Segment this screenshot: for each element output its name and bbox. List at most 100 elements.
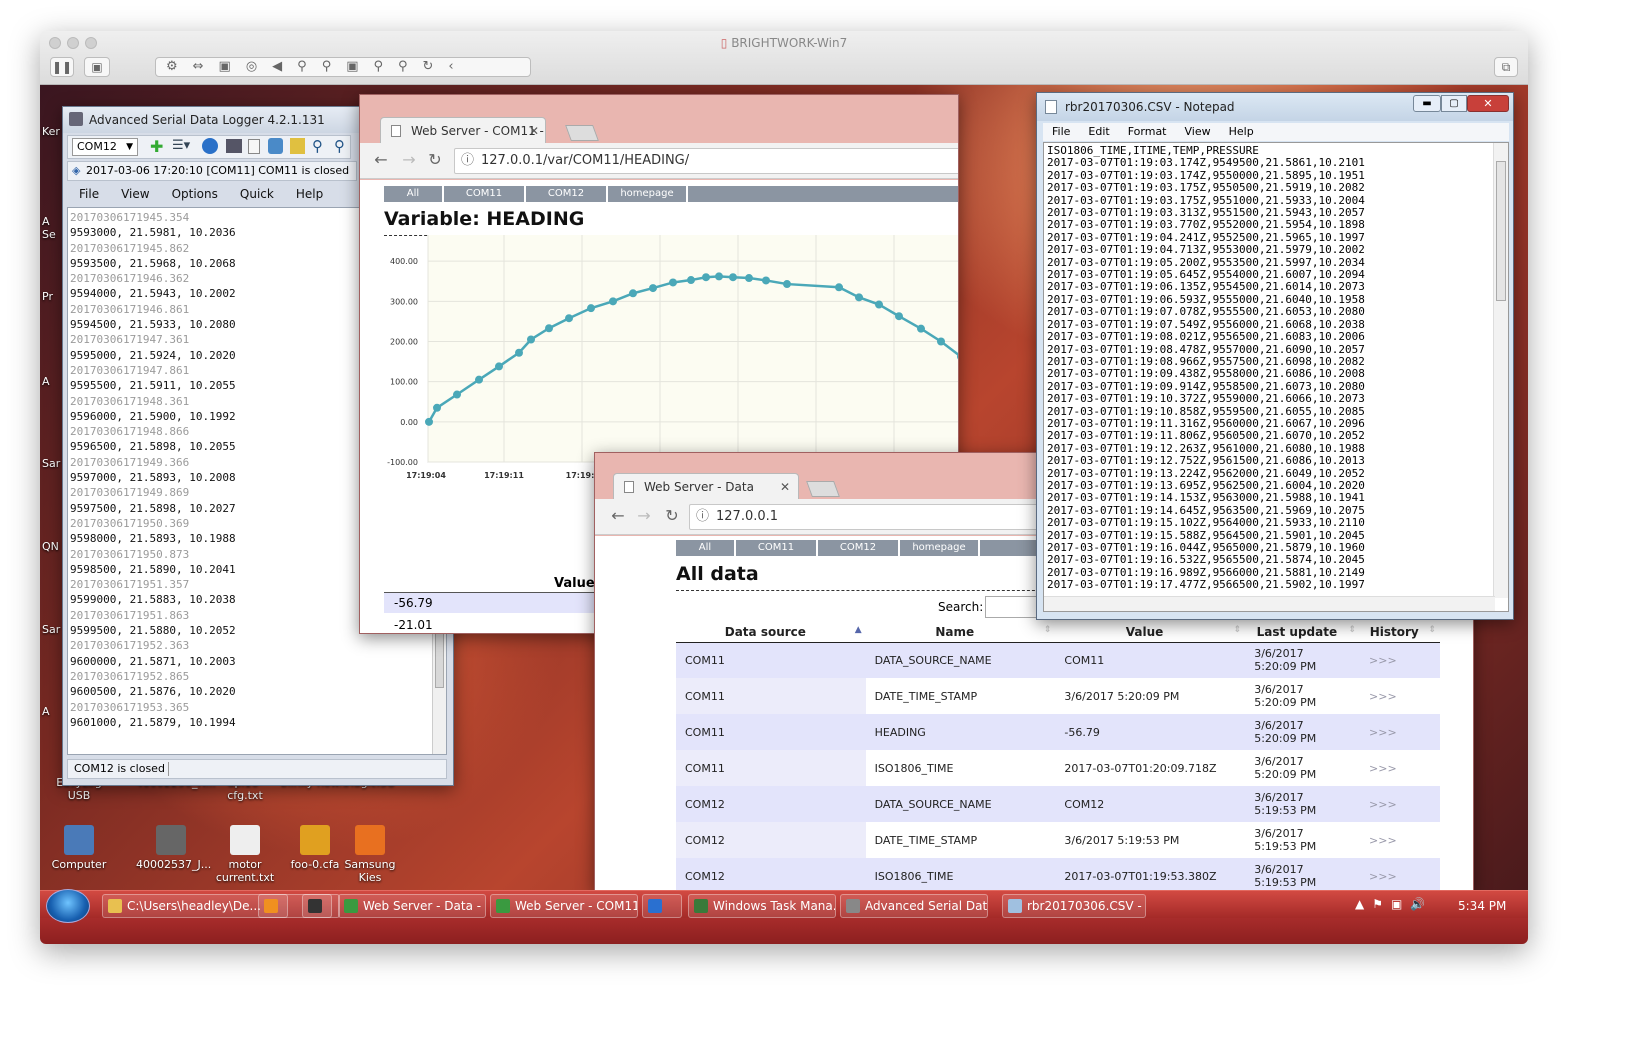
notepad-editor[interactable]: ISO1806_TIME,ITIME,TEMP,PRESSURE 2017-03-…: [1043, 142, 1509, 612]
notepad-window[interactable]: rbr20170306.CSV - Notepad ▬ ▢ ✕ File Edit…: [1036, 92, 1514, 620]
history-link[interactable]: >>>: [1360, 714, 1440, 750]
history-link[interactable]: >>>: [1360, 678, 1440, 714]
close-icon[interactable]: ✕: [780, 474, 790, 499]
history-link[interactable]: >>>: [1360, 786, 1440, 822]
notepad-vscroll-thumb[interactable]: [1496, 161, 1506, 301]
menu-item[interactable]: Edit: [1079, 123, 1118, 141]
play-icon[interactable]: [202, 138, 218, 154]
data-point[interactable]: [687, 276, 695, 285]
document-icon[interactable]: [248, 139, 260, 154]
menu-item[interactable]: View: [1176, 123, 1220, 141]
data-point[interactable]: [762, 276, 770, 285]
taskbar-item[interactable]: rbr20170306.CSV - N...: [1002, 894, 1146, 918]
data-point[interactable]: [425, 417, 433, 426]
notepad-vscroll[interactable]: [1493, 143, 1508, 598]
clock[interactable]: 5:34 PM: [1458, 899, 1506, 913]
column-header[interactable]: Last update ⇕: [1245, 622, 1361, 643]
data-point[interactable]: [855, 293, 863, 302]
column-header[interactable]: Data source ▲: [676, 622, 866, 643]
nav-item[interactable]: All: [384, 186, 444, 202]
history-link[interactable]: >>>: [1360, 642, 1440, 678]
data-point[interactable]: [702, 273, 710, 282]
desktop-icon[interactable]: Samsung Kies: [335, 825, 405, 884]
data-point[interactable]: [715, 272, 723, 281]
nav-item[interactable]: homepage: [900, 540, 980, 556]
data-point[interactable]: [433, 403, 441, 412]
back-icon[interactable]: ←: [372, 151, 390, 169]
snapshot-button[interactable]: ▣: [84, 57, 110, 77]
menu-item[interactable]: View: [109, 185, 159, 205]
taskbar-item[interactable]: Web Server - Data - ...: [338, 894, 486, 918]
data-point[interactable]: [629, 289, 637, 298]
history-link[interactable]: >>>: [1360, 822, 1440, 858]
menu-item[interactable]: File: [67, 185, 109, 205]
data-point[interactable]: [937, 337, 945, 346]
reload-icon[interactable]: ↻: [663, 507, 681, 525]
notepad-titlebar[interactable]: rbr20170306.CSV - Notepad ▬ ▢ ✕: [1037, 93, 1513, 121]
data-point[interactable]: [475, 375, 483, 384]
desktop-icon[interactable]: 40002537_J...: [136, 825, 211, 871]
nav-item[interactable]: homepage: [608, 186, 688, 202]
taskbar-item[interactable]: [258, 894, 288, 918]
minimize-button[interactable]: ▬: [1413, 95, 1441, 112]
vm-toolbar[interactable]: ⚙⇔▣◎◀⚲⚲▣⚲⚲↻‹: [155, 57, 531, 77]
back-icon[interactable]: ←: [609, 507, 627, 525]
history-link[interactable]: >>>: [1360, 750, 1440, 786]
logger-scroll-thumb[interactable]: [435, 628, 444, 688]
list-icon[interactable]: ☰▾: [172, 138, 190, 153]
taskbar-item[interactable]: [302, 894, 332, 918]
table-row[interactable]: COM11 ISO1806_TIME 2017-03-07T01:20:09.718…: [676, 750, 1440, 786]
data-point[interactable]: [565, 314, 573, 323]
plugin-icon[interactable]: [268, 138, 283, 154]
port-select[interactable]: COM12 ▼: [72, 138, 138, 156]
table-row[interactable]: COM12 DATA_SOURCE_NAME COM12 3/6/2017 5:19:5…: [676, 786, 1440, 822]
forward-icon[interactable]: →: [635, 507, 653, 525]
table-row[interactable]: COM11 HEADING -56.79 3/6/2017 5:20:09 PM >>>: [676, 714, 1440, 750]
data-point[interactable]: [649, 284, 657, 293]
data-point[interactable]: [895, 312, 903, 321]
pause-button[interactable]: ❚❚: [50, 57, 74, 77]
table-row[interactable]: COM12 DATE_TIME_STAMP 3/6/2017 5:19:53 PM 3…: [676, 822, 1440, 858]
menu-item[interactable]: Help: [284, 185, 333, 205]
table-row[interactable]: COM12 ISO1806_TIME 2017-03-07T01:19:53.380…: [676, 858, 1440, 890]
nav-item[interactable]: All: [676, 540, 736, 556]
nav-item[interactable]: COM11: [736, 540, 818, 556]
data-point[interactable]: [515, 348, 523, 357]
monitor-icon[interactable]: [226, 139, 242, 153]
column-header[interactable]: Value ⇕: [1055, 622, 1246, 643]
menu-item[interactable]: Help: [1220, 123, 1263, 141]
data-point[interactable]: [545, 324, 553, 333]
data-point[interactable]: [495, 362, 503, 371]
data-point[interactable]: [587, 304, 595, 313]
menu-item[interactable]: Options: [160, 185, 228, 205]
close-button[interactable]: ✕: [1467, 95, 1509, 112]
column-header[interactable]: History ⇕: [1360, 622, 1440, 643]
data-point[interactable]: [783, 280, 791, 289]
data-point[interactable]: [729, 273, 737, 282]
taskbar-item[interactable]: Advanced Serial Data...: [840, 894, 988, 918]
new-tab-button[interactable]: [565, 125, 599, 141]
data-point[interactable]: [669, 278, 677, 287]
data-point[interactable]: [875, 300, 883, 309]
add-icon[interactable]: ✚: [150, 137, 163, 156]
desktop-icon[interactable]: motor current.txt: [210, 825, 280, 884]
nav-item[interactable]: COM12: [818, 540, 900, 556]
maximize-button[interactable]: ▢: [1441, 95, 1467, 112]
module-icon[interactable]: [290, 138, 305, 154]
filter-clear-icon[interactable]: ⚲: [334, 137, 345, 155]
forward-icon[interactable]: →: [400, 151, 418, 169]
taskbar-item[interactable]: Web Server - COM11...: [490, 894, 638, 918]
table-row[interactable]: COM11 DATA_SOURCE_NAME COM11 3/6/2017 5:20:0…: [676, 642, 1440, 678]
notepad-hscroll[interactable]: [1044, 596, 1495, 611]
system-tray[interactable]: ▲⚑▣🔊: [1355, 897, 1433, 911]
data-point[interactable]: [527, 335, 535, 344]
desktop-icon[interactable]: Computer: [44, 825, 114, 871]
nav-item[interactable]: COM12: [526, 186, 608, 202]
column-header[interactable]: Name ⇕: [865, 622, 1056, 643]
history-link[interactable]: >>>: [1360, 858, 1440, 890]
address-bar[interactable]: ⓘ 127.0.0.1/var/COM11/HEADING/: [454, 148, 958, 174]
reload-icon[interactable]: ↻: [426, 151, 444, 169]
menu-item[interactable]: File: [1043, 123, 1079, 141]
table-row[interactable]: COM11 DATE_TIME_STAMP 3/6/2017 5:20:09 PM 3…: [676, 678, 1440, 714]
filter-icon[interactable]: ⚲: [312, 137, 323, 155]
